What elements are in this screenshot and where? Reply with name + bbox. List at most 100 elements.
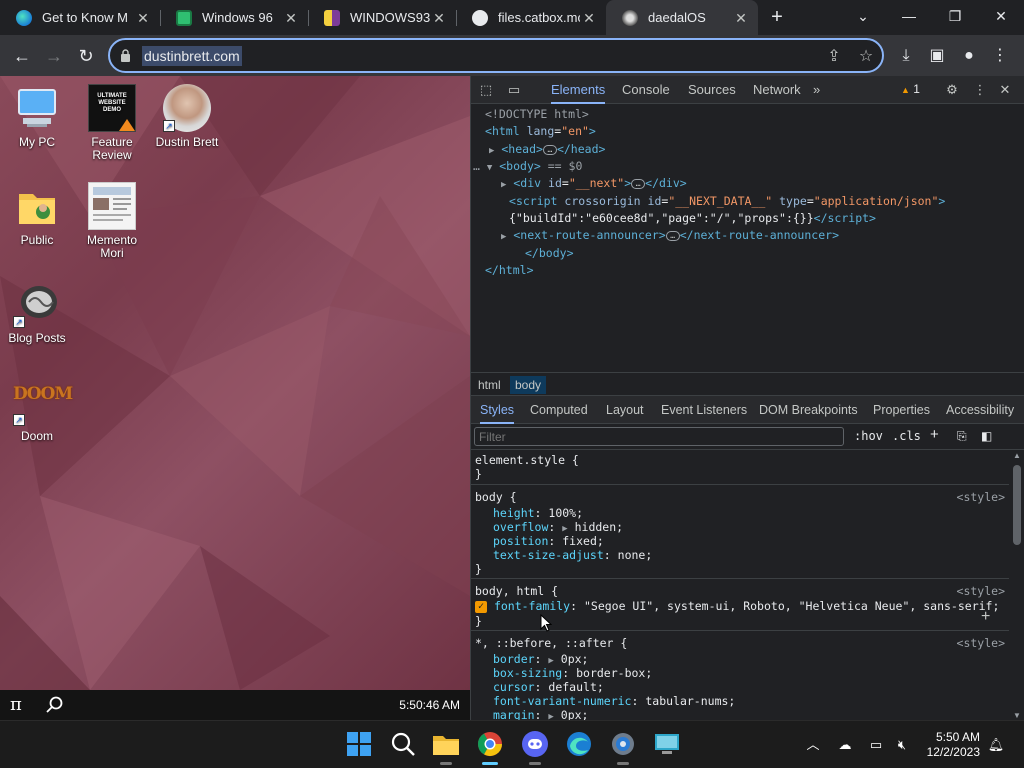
more-tabs-button[interactable]: » [813,76,820,104]
style-rule[interactable]: body { <style> height: 100%; overflow: ▶… [471,486,1009,579]
ellipsis-icon[interactable]: … [665,230,680,241]
close-window-button[interactable]: ✕ [978,0,1024,32]
subtab-properties[interactable]: Properties [873,396,930,424]
tab-search-button[interactable]: ⌄ [840,0,886,32]
styles-pane[interactable]: element.style { } body { <style> height:… [471,451,1009,720]
file-explorer-icon[interactable] [431,729,461,765]
desktop-icon-blog-posts[interactable]: ↗ Blog Posts [0,280,74,345]
ellipsis-icon[interactable]: … [631,178,646,189]
tab-console[interactable]: Console [622,76,670,104]
volume-muted-icon[interactable]: 🔇︎ [892,735,912,755]
settings-icon[interactable] [608,729,638,765]
styles-filter-input[interactable] [474,427,844,446]
system-clock[interactable]: 5:50 AM 12/2/2023 [920,730,980,760]
tab-network[interactable]: Network [753,76,801,104]
dom-node-script-content[interactable]: {"buildId":"e60cee8d","page":"/","props"… [509,210,876,227]
ellipsis-icon[interactable]: … [542,144,557,155]
checkbox-checked-icon[interactable]: ✓ [475,600,487,613]
close-icon[interactable]: ✕ [580,9,598,27]
chrome-icon[interactable] [475,729,505,765]
back-button[interactable]: ← [8,42,36,70]
desktop-icon-my-pc[interactable]: My PC [0,84,74,149]
subtab-dom-breakpoints[interactable]: DOM Breakpoints [759,396,858,424]
browser-tab-active[interactable]: daedalOS ✕ [606,0,758,35]
scrollbar-thumb[interactable] [1013,465,1021,545]
browser-tab[interactable]: WINDOWS93 ✕ [308,0,456,35]
url-text[interactable]: dustinbrett.com [142,46,242,66]
reload-button[interactable]: ↻ [72,42,100,70]
tab-elements[interactable]: Elements [551,76,606,104]
minimize-button[interactable]: — [886,0,932,32]
sidebar-toggle-icon[interactable]: ◧ [981,429,992,443]
dom-node-html[interactable]: <html lang="en"> [485,123,596,140]
start-button[interactable]: π [10,694,22,715]
css-property[interactable]: text-size-adjust: none; [493,548,652,562]
expand-triangle-icon[interactable]: ▶ [501,232,506,242]
dom-node-body-close[interactable]: </body> [525,245,574,262]
close-icon[interactable]: ✕ [134,9,152,27]
search-icon[interactable] [45,695,65,715]
scroll-up-icon[interactable]: ▲ [1013,451,1021,460]
monitor-icon[interactable]: ▭ [866,735,886,755]
rule-selector[interactable]: *, ::before, ::after { [475,636,627,650]
dom-node-route-announcer[interactable]: ▶ <next-route-announcer>… </next-route-an… [501,227,839,246]
add-property-icon[interactable]: + [981,609,990,625]
css-property[interactable]: height: 100%; [493,506,583,520]
dom-node-div-next[interactable]: ▶ <div id="__next">… </div> [501,175,687,194]
cloud-icon[interactable]: ☁ [835,735,855,755]
expand-triangle-icon[interactable]: ▶ [489,146,494,156]
dom-node-html-close[interactable]: </html> [485,262,534,279]
desktop-icon-memento-mori[interactable]: Memento Mori [75,182,149,260]
subtab-event-listeners[interactable]: Event Listeners [661,396,747,424]
notification-bell-icon[interactable]: 🔔︎ [986,735,1006,755]
new-tab-button[interactable]: + [766,6,788,28]
style-rule[interactable]: *, ::before, ::after { <style> border: ▶… [471,632,1009,720]
expand-triangle-icon[interactable]: ▶ [501,180,506,190]
css-property[interactable]: box-sizing: border-box; [493,666,652,680]
subtab-computed[interactable]: Computed [530,396,588,424]
rule-source-link[interactable]: <style> [957,490,1005,504]
rule-selector[interactable]: element.style { [475,453,579,467]
subtab-accessibility[interactable]: Accessibility [946,396,1014,424]
dom-tree[interactable]: <!DOCTYPE html> <html lang="en"> ▶ <head… [471,104,1024,372]
side-panel-icon[interactable]: ▣ [925,44,949,68]
css-property[interactable]: ✓ font-family: "Segoe UI", system-ui, Ro… [475,599,999,613]
css-property[interactable]: margin: ▶ 0px; [493,708,588,720]
profile-icon[interactable]: ● [957,44,981,68]
remote-desktop-icon[interactable] [652,729,682,759]
edge-icon[interactable] [564,729,594,759]
desktop-icon-dustin-brett[interactable]: ↗ Dustin Brett [150,84,224,149]
gear-icon[interactable]: ⚙ [943,81,961,99]
search-icon[interactable] [388,729,418,759]
download-icon[interactable]: ⤓ [894,44,918,68]
rule-selector[interactable]: body, html { [475,584,558,598]
close-icon[interactable]: ✕ [996,81,1014,99]
close-icon[interactable]: ✕ [430,9,448,27]
chevron-up-icon[interactable]: ︿ [803,735,823,755]
expand-triangle-icon[interactable]: ▶ [562,524,567,534]
class-toggle[interactable]: .cls [892,429,921,443]
new-rule-icon[interactable]: + [930,426,939,443]
desktop-icon-public[interactable]: Public [0,182,74,247]
css-property[interactable]: font-variant-numeric: tabular-nums; [493,694,735,708]
menu-kebab-icon[interactable]: ⋮ [988,44,1012,68]
device-toolbar-icon[interactable]: ▭ [505,81,523,99]
warnings-badge[interactable]: ▲ 1 [901,82,920,96]
close-icon[interactable]: ✕ [282,9,300,27]
browser-tab[interactable]: Windows 96 ✕ [160,0,308,35]
css-property[interactable]: position: fixed; [493,534,604,548]
scroll-down-icon[interactable]: ▼ [1013,711,1021,720]
inspect-element-icon[interactable]: ⬚ [477,81,495,99]
browser-tab[interactable]: files.catbox.mo ✕ [456,0,606,35]
share-icon[interactable]: ⇪ [824,47,844,67]
daedalos-clock[interactable]: 5:50:46 AM [399,698,460,712]
rule-source-link[interactable]: <style> [957,584,1005,598]
discord-icon[interactable] [520,729,550,765]
collapse-triangle-icon[interactable]: ▼ [487,163,492,173]
maximize-button[interactable]: ❐ [932,0,978,32]
browser-tab[interactable]: Get to Know M ✕ [0,0,160,35]
daedalos-desktop[interactable]: My PC ULTIMATE WEBSITE DEMO Feature Revi… [0,76,470,690]
breadcrumb-html[interactable]: html [473,376,506,394]
expand-triangle-icon[interactable]: ▶ [548,712,553,720]
paint-brush-icon[interactable]: ⎘ [957,429,967,444]
